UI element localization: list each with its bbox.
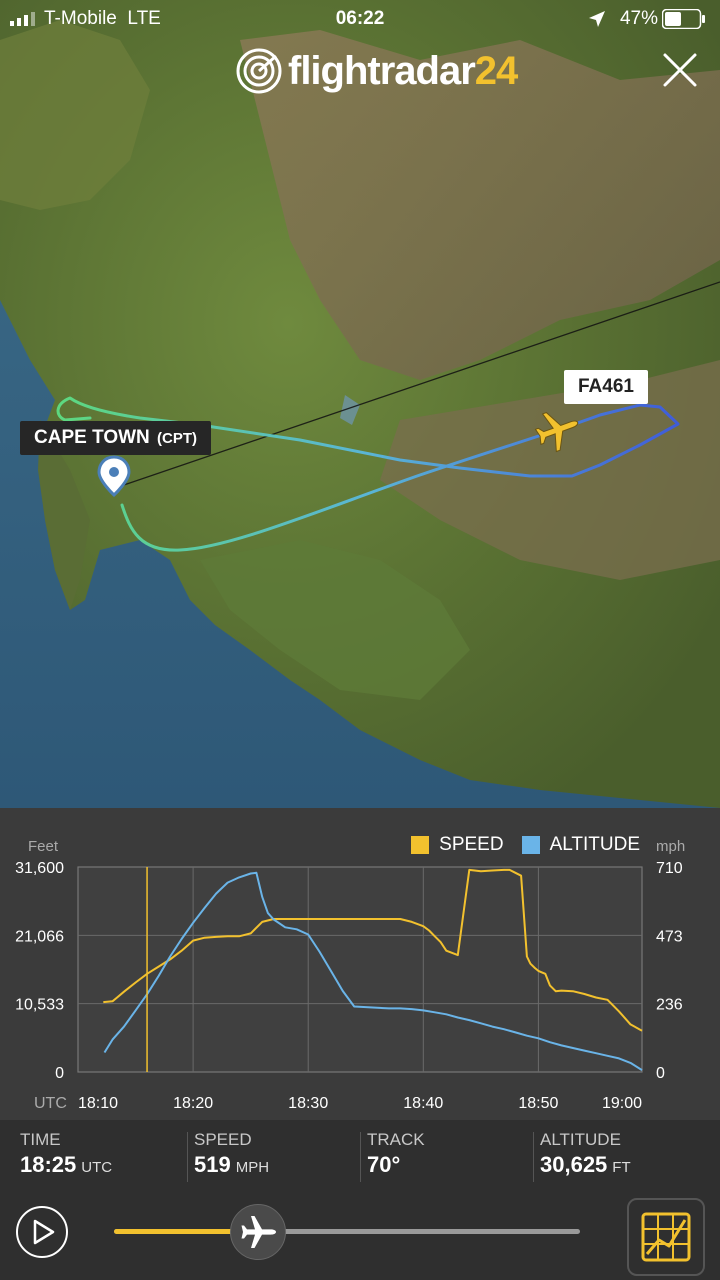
airplane-icon	[241, 1216, 277, 1248]
info-speed-unit: MPH	[235, 1159, 270, 1176]
flight-label[interactable]: FA461	[564, 370, 648, 404]
chart-toggle-button[interactable]	[627, 1198, 705, 1276]
y-left-tick-label: 0	[55, 1065, 64, 1082]
slider-thumb[interactable]	[230, 1204, 287, 1260]
y-left-tick-label: 31,600	[15, 860, 64, 877]
info-track: TRACK 70°	[367, 1130, 425, 1178]
info-time-unit: UTC	[81, 1159, 113, 1176]
y-left-tick-label: 10,533	[15, 997, 64, 1014]
speed-altitude-chart[interactable]: 31,600 21,066 10,533 0 710 473 236 0 UTC 18:10 18:…	[0, 808, 720, 1120]
close-button[interactable]	[662, 52, 698, 88]
location-arrow-icon	[589, 11, 605, 27]
x-unit-label: UTC	[34, 1095, 67, 1112]
airport-label[interactable]: CAPE TOWN (CPT)	[20, 421, 212, 455]
chart-toggle-icon	[641, 1212, 691, 1262]
divider	[187, 1132, 188, 1182]
flightradar24-logo: flightradar24	[236, 46, 518, 96]
y-right-tick-label: 473	[656, 928, 683, 945]
x-tick-label: 18:20	[173, 1095, 213, 1112]
playback-slider[interactable]	[114, 1204, 580, 1260]
close-icon	[663, 53, 697, 87]
info-altitude: ALTITUDE 30,625 FT	[540, 1130, 631, 1178]
flight-chart-panel: Feet mph SPEED ALTITUDE 31,600 21,066 10,5…	[0, 808, 720, 1120]
info-time-value: 18:25	[20, 1152, 77, 1177]
x-tick-label: 18:40	[403, 1095, 443, 1112]
info-speed-value: 519	[194, 1152, 231, 1177]
y-right-tick-label: 710	[656, 860, 683, 877]
satellite-map	[0, 0, 720, 808]
x-tick-label: 18:10	[78, 1095, 118, 1112]
logo-number: 24	[474, 48, 518, 93]
info-track-value: 70°	[367, 1152, 401, 1177]
info-altitude-label: ALTITUDE	[540, 1130, 621, 1149]
info-time-label: TIME	[20, 1130, 61, 1149]
map-view[interactable]: T-Mobile LTE 06:22 47% flightradar24 CAP…	[0, 0, 720, 808]
airport-code: (CPT)	[157, 430, 198, 447]
clock: 06:22	[335, 8, 385, 29]
radar-logo-icon	[236, 48, 282, 94]
divider	[360, 1132, 361, 1182]
info-track-label: TRACK	[367, 1130, 425, 1149]
x-tick-label: 18:50	[518, 1095, 558, 1112]
y-left-tick-label: 21,066	[15, 928, 64, 945]
y-right-tick-label: 236	[656, 997, 683, 1014]
play-button[interactable]	[16, 1206, 68, 1258]
battery-icon	[662, 9, 705, 29]
x-tick-label: 19:00	[602, 1095, 642, 1112]
info-altitude-value: 30,625	[540, 1152, 608, 1177]
info-time: TIME 18:25 UTC	[20, 1130, 112, 1178]
logo-word: flightradar	[288, 48, 476, 93]
x-tick-label: 18:30	[288, 1095, 328, 1112]
playback-bar	[0, 1196, 720, 1280]
airport-name: CAPE TOWN	[34, 427, 150, 448]
flight-info-bar: TIME 18:25 UTC SPEED 519 MPH TRACK 70° ALT…	[0, 1120, 720, 1196]
y-right-tick-label: 0	[656, 1065, 665, 1082]
info-altitude-unit: FT	[612, 1159, 631, 1176]
info-speed-label: SPEED	[194, 1130, 252, 1149]
info-speed: SPEED 519 MPH	[194, 1130, 269, 1178]
battery-percentage: 47%	[619, 8, 658, 29]
divider	[533, 1132, 534, 1182]
status-bar: T-Mobile LTE 06:22 47%	[0, 0, 720, 38]
play-icon	[33, 1219, 55, 1245]
